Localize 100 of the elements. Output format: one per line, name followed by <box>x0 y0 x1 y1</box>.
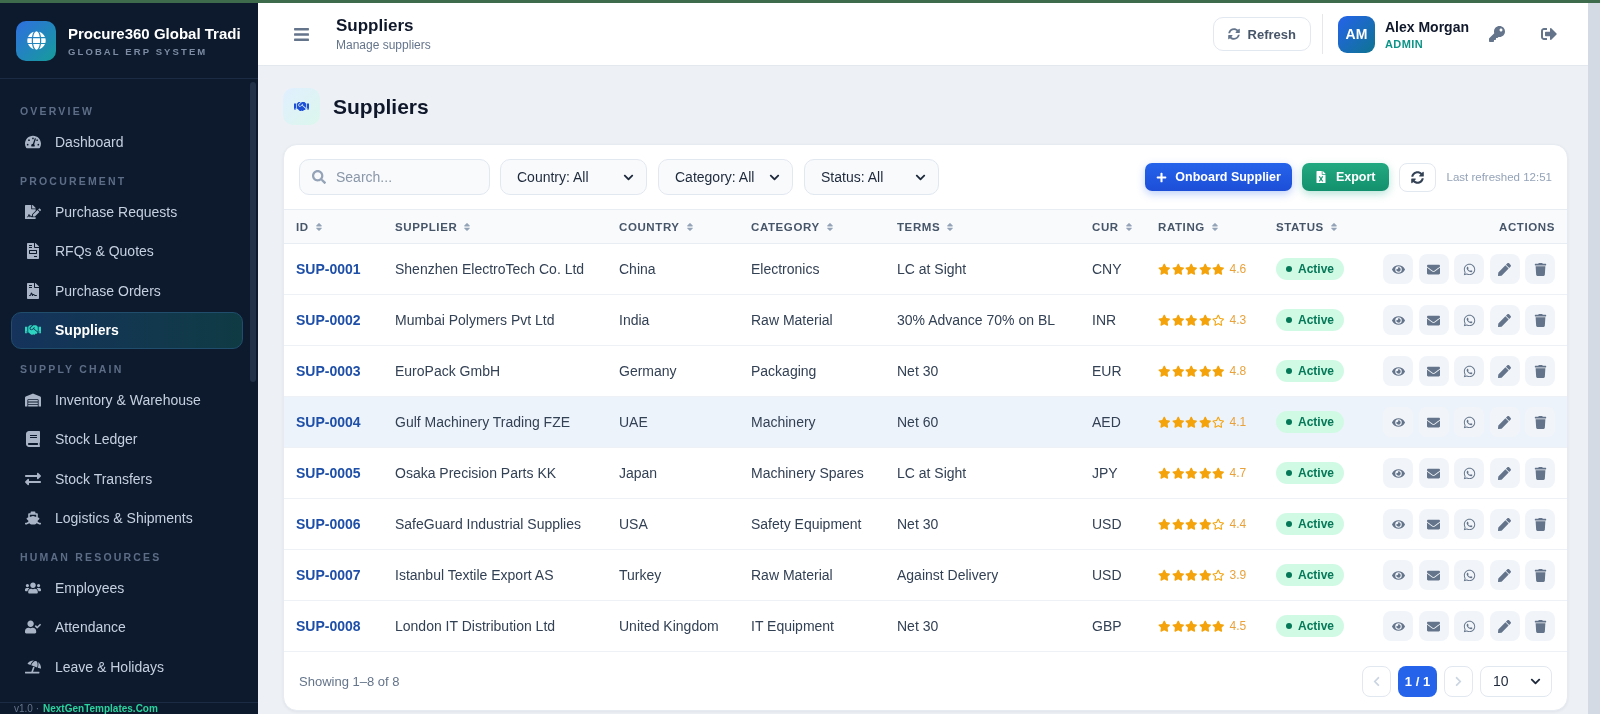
edit-button[interactable] <box>1489 407 1520 437</box>
nav-item[interactable]: Purchase Requests <box>11 193 243 230</box>
edit-button[interactable] <box>1489 560 1520 590</box>
table-cell-text: INR <box>1091 312 1118 328</box>
refresh-button[interactable]: Refresh <box>1212 17 1311 51</box>
nav-item[interactable]: Attendance <box>11 608 243 646</box>
table-cell-text: LC at Sight <box>896 465 968 481</box>
nav-item[interactable]: RFQs & Quotes <box>11 232 243 270</box>
edit-button[interactable] <box>1489 611 1520 641</box>
column-header[interactable]: ID <box>284 220 324 233</box>
delete-button[interactable] <box>1525 356 1555 386</box>
email-button[interactable] <box>1418 560 1449 590</box>
column-header[interactable]: COUNTRY <box>607 220 695 233</box>
email-button[interactable] <box>1418 254 1449 284</box>
email-button[interactable] <box>1418 458 1449 488</box>
edit-button[interactable] <box>1489 356 1520 386</box>
edit-button[interactable] <box>1489 458 1520 488</box>
message-button[interactable] <box>1454 407 1484 437</box>
eye-icon <box>1391 313 1405 327</box>
filter-dropdown[interactable]: Category: All <box>658 159 793 195</box>
message-button[interactable] <box>1454 509 1484 539</box>
view-button[interactable] <box>1383 254 1413 284</box>
view-button[interactable] <box>1383 407 1413 437</box>
column-header[interactable]: RATING <box>1146 220 1220 233</box>
nav-item[interactable]: Purchase Orders <box>11 272 243 309</box>
supplier-id-link[interactable]: SUP-0008 <box>296 618 361 634</box>
umbrella-icon <box>25 658 41 675</box>
nav-item[interactable]: Suppliers <box>11 311 243 349</box>
message-button[interactable] <box>1454 458 1484 488</box>
page-size-select[interactable]: 10 <box>1480 665 1552 697</box>
delete-button[interactable] <box>1525 305 1555 335</box>
message-button[interactable] <box>1454 305 1484 335</box>
trash-icon <box>1533 466 1547 480</box>
nav-item[interactable]: Inventory & Warehouse <box>11 381 243 418</box>
nav-item[interactable]: Dashboard <box>11 123 243 161</box>
pencil-icon <box>1498 466 1511 480</box>
nav-item[interactable]: Leave & Holidays <box>11 648 243 685</box>
column-header[interactable]: STATUS <box>1264 220 1339 233</box>
column-header[interactable]: CATEGORY <box>739 220 835 233</box>
view-button[interactable] <box>1383 458 1413 488</box>
table-cell-text: Turkey <box>618 567 663 583</box>
view-button[interactable] <box>1383 560 1413 590</box>
delete-button[interactable] <box>1525 254 1555 284</box>
column-header[interactable]: CUR <box>1080 220 1134 233</box>
search-field[interactable]: Search... <box>299 159 490 195</box>
supplier-id-link[interactable]: SUP-0004 <box>296 414 361 430</box>
supplier-id-link[interactable]: SUP-0005 <box>296 465 361 481</box>
filter-dropdown[interactable]: Country: All <box>500 159 647 195</box>
nav-item[interactable]: Stock Ledger <box>11 420 243 458</box>
current-page-button[interactable]: 1 / 1 <box>1398 665 1437 697</box>
trash-icon <box>1533 364 1547 378</box>
key-icon[interactable] <box>1489 26 1505 42</box>
delete-button[interactable] <box>1525 509 1555 539</box>
chevron-right-icon <box>1453 675 1464 687</box>
email-button[interactable] <box>1418 509 1449 539</box>
view-button[interactable] <box>1383 305 1413 335</box>
table-cell-text: United Kingdom <box>618 618 720 634</box>
email-button[interactable] <box>1418 611 1449 641</box>
nav-item[interactable]: Stock Transfers <box>11 460 243 497</box>
table-cell-text: Against Delivery <box>896 567 1000 583</box>
view-button[interactable] <box>1383 356 1413 386</box>
onboard-supplier-button[interactable]: Onboard Supplier <box>1145 163 1292 191</box>
table-cell-text: USD <box>1091 567 1123 583</box>
edit-button[interactable] <box>1489 509 1520 539</box>
nav-item[interactable]: Employees <box>11 569 243 606</box>
filter-dropdown[interactable]: Status: All <box>804 159 939 195</box>
supplier-id-link[interactable]: SUP-0003 <box>296 363 361 379</box>
view-button[interactable] <box>1383 611 1413 641</box>
footer-link[interactable]: NextGenTemplates.Com <box>43 704 158 714</box>
star-icon <box>1171 517 1184 531</box>
supplier-id-link[interactable]: SUP-0001 <box>296 261 361 277</box>
view-button[interactable] <box>1383 509 1413 539</box>
email-button[interactable] <box>1418 407 1449 437</box>
logout-icon[interactable] <box>1541 26 1557 42</box>
delete-button[interactable] <box>1525 611 1555 641</box>
message-button[interactable] <box>1454 254 1484 284</box>
message-button[interactable] <box>1454 356 1484 386</box>
column-header[interactable]: TERMS <box>885 220 956 233</box>
edit-button[interactable] <box>1489 254 1520 284</box>
status-text: Active <box>1298 568 1335 582</box>
supplier-id-link[interactable]: SUP-0002 <box>296 312 361 328</box>
page-scrollbar[interactable] <box>1588 3 1600 714</box>
message-button[interactable] <box>1454 560 1484 590</box>
email-button[interactable] <box>1418 305 1449 335</box>
nav-item[interactable]: Logistics & Shipments <box>11 499 243 537</box>
delete-button[interactable] <box>1525 458 1555 488</box>
supplier-id-link[interactable]: SUP-0006 <box>296 516 361 532</box>
sidebar-scrollbar[interactable] <box>250 82 256 382</box>
table-cell-text: Japan <box>618 465 659 481</box>
supplier-id-link[interactable]: SUP-0007 <box>296 567 361 583</box>
edit-button[interactable] <box>1489 305 1520 335</box>
delete-button[interactable] <box>1525 560 1555 590</box>
version-label: v1.0 · <box>14 704 39 714</box>
message-button[interactable] <box>1454 611 1484 641</box>
email-button[interactable] <box>1418 356 1449 386</box>
delete-button[interactable] <box>1525 407 1555 437</box>
reload-button[interactable] <box>1398 162 1436 192</box>
column-header[interactable]: SUPPLIER <box>383 220 473 233</box>
last-refreshed-text: Last refreshed 12:51 <box>1446 171 1552 183</box>
table-cell-text: Germany <box>618 363 678 379</box>
